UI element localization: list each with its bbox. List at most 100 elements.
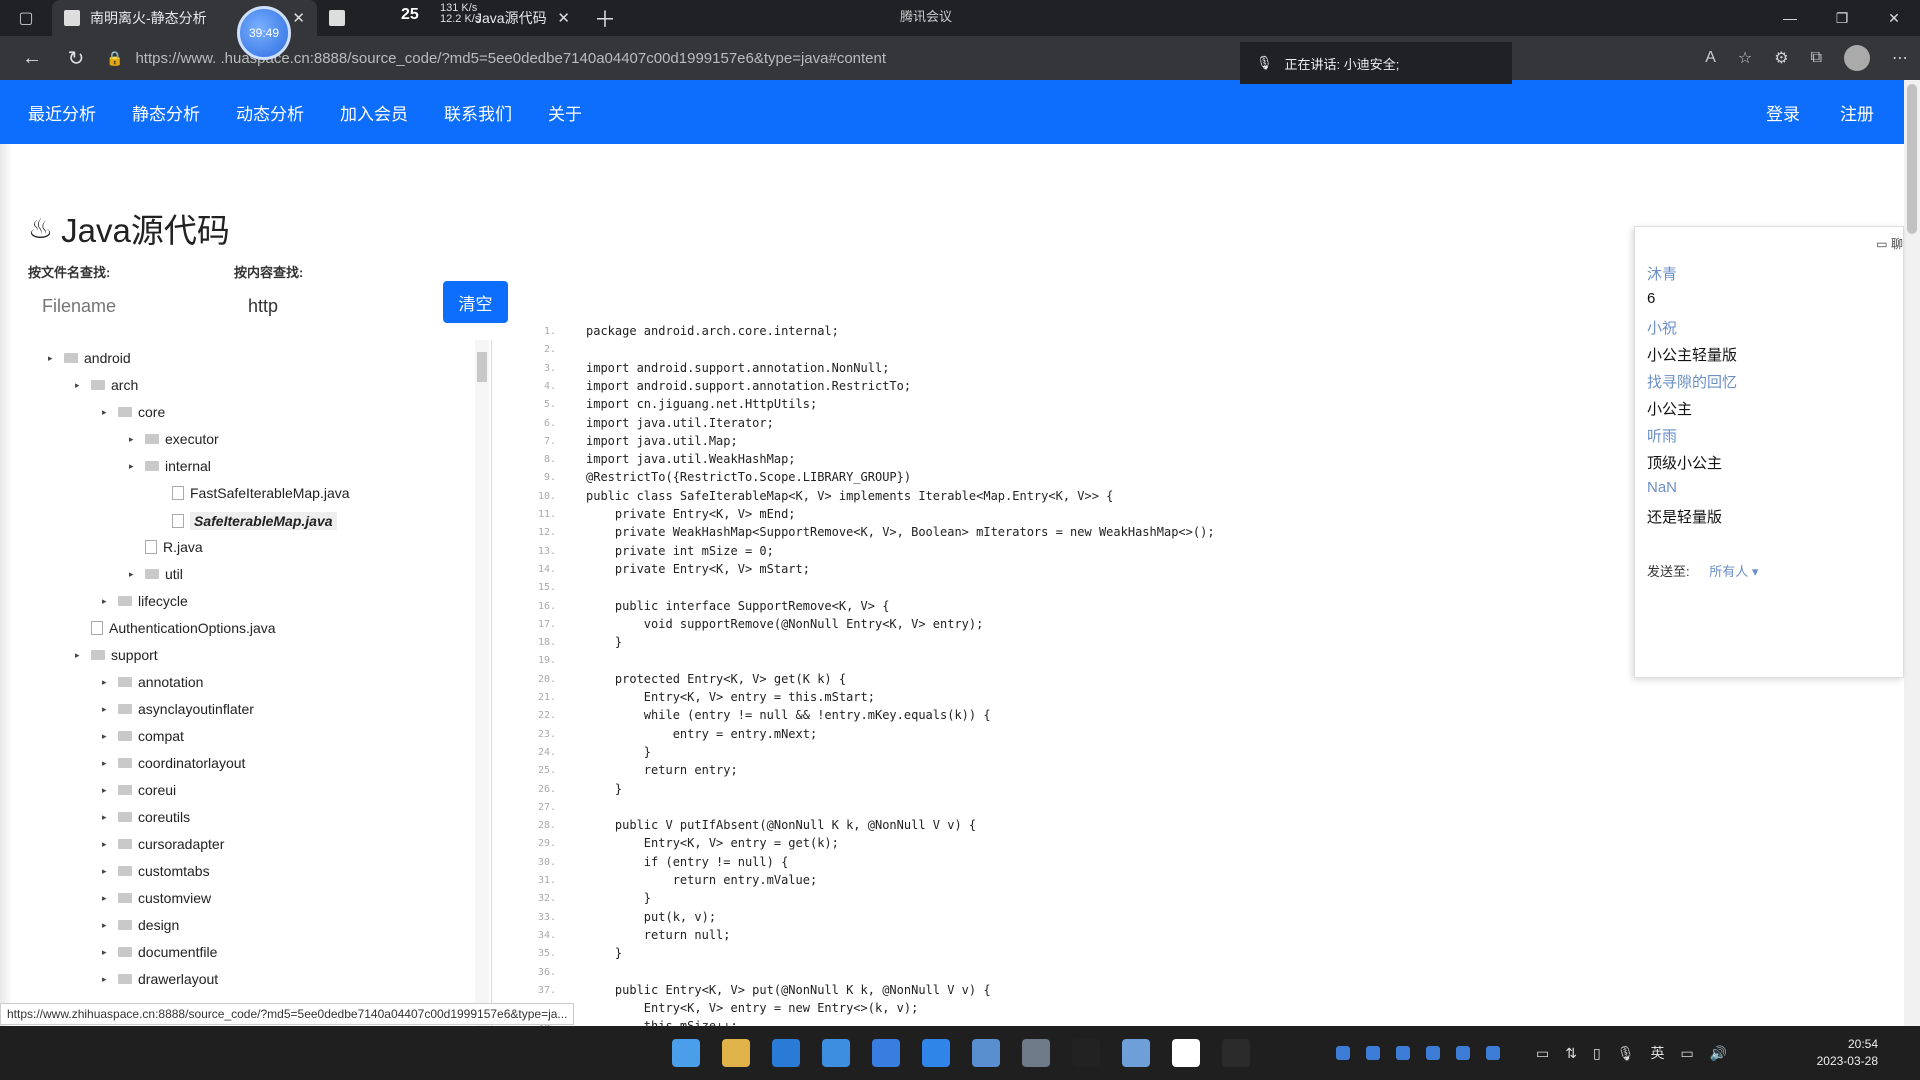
tree-folder[interactable]: ▸ util <box>129 566 183 582</box>
expand-toggle-icon[interactable]: ▸ <box>102 920 112 931</box>
nav-static-analysis[interactable]: 静态分析 <box>132 100 200 125</box>
expand-toggle-icon[interactable]: ▸ <box>102 758 112 769</box>
minimize-icon[interactable]: — <box>1764 0 1816 36</box>
expand-toggle-icon[interactable]: ▸ <box>75 380 85 391</box>
taskbar-app-icon[interactable] <box>1022 1039 1050 1067</box>
tree-folder[interactable]: ▸ coreutils <box>102 809 190 825</box>
tree-folder[interactable]: ▸ support <box>75 647 158 663</box>
content-search-input[interactable] <box>234 284 434 328</box>
nav-join-member[interactable]: 加入会员 <box>340 100 408 125</box>
tree-folder[interactable]: ▸ arch <box>75 377 138 393</box>
expand-toggle-icon[interactable]: ▸ <box>102 812 112 823</box>
expand-toggle-icon[interactable]: ▸ <box>102 596 112 607</box>
expand-toggle-icon[interactable]: ▸ <box>102 893 112 904</box>
send-to-dropdown[interactable]: 所有人 ▾ <box>1709 564 1758 579</box>
tray-app-icon[interactable] <box>1456 1046 1470 1060</box>
page-scrollbar-thumb[interactable] <box>1907 84 1917 234</box>
expand-toggle-icon[interactable]: ▸ <box>129 569 139 580</box>
display-icon[interactable]: ▭ <box>1680 1045 1693 1062</box>
tree-folder[interactable]: ▸ design <box>102 917 179 933</box>
tray-app-icon[interactable] <box>1426 1046 1440 1060</box>
tree-folder[interactable]: ▸ core <box>102 404 165 420</box>
tree-scrollbar[interactable] <box>475 340 489 1026</box>
favorite-icon[interactable]: ☆ <box>1738 48 1752 68</box>
tree-folder[interactable]: ▸ documentfile <box>102 944 217 960</box>
tray-app-icon[interactable] <box>1336 1046 1350 1060</box>
taskbar-app-icon[interactable] <box>672 1039 700 1067</box>
taskbar-app-icon[interactable] <box>1072 1039 1100 1067</box>
nav-about[interactable]: 关于 <box>548 100 582 125</box>
tree-folder[interactable]: ▸ executor <box>129 431 219 447</box>
nav-contact-us[interactable]: 联系我们 <box>444 100 512 125</box>
tree-folder[interactable]: ▸ annotation <box>102 674 203 690</box>
expand-toggle-icon[interactable]: ▸ <box>102 704 112 715</box>
expand-toggle-icon[interactable]: ▸ <box>102 785 112 796</box>
close-tab-icon[interactable]: ✕ <box>292 9 305 27</box>
expand-toggle-icon[interactable]: ▸ <box>129 461 139 472</box>
login-link[interactable]: 登录 <box>1766 100 1800 125</box>
taskbar-app-icon[interactable] <box>1222 1039 1250 1067</box>
tree-folder[interactable]: ▸ drawerlayout <box>102 971 218 987</box>
new-tab-button[interactable]: ＋ <box>582 2 628 34</box>
expand-toggle-icon[interactable]: ▸ <box>102 974 112 985</box>
tree-file[interactable]: R.java <box>129 539 203 555</box>
tree-file[interactable]: SafeIterableMap.java <box>156 512 337 530</box>
read-aloud-icon[interactable]: A <box>1705 49 1716 67</box>
ime-indicator[interactable]: 英 <box>1650 1043 1664 1063</box>
network-icon[interactable]: ⇅ <box>1565 1045 1577 1062</box>
recording-timer[interactable]: 39:49 <box>237 6 291 60</box>
expand-toggle-icon[interactable]: ▸ <box>129 434 139 445</box>
taskbar-app-icon[interactable] <box>872 1039 900 1067</box>
expand-toggle-icon[interactable]: ▸ <box>75 650 85 661</box>
nav-recent-analysis[interactable]: 最近分析 <box>28 100 96 125</box>
expand-toggle-icon[interactable]: ▸ <box>102 407 112 418</box>
expand-toggle-icon[interactable]: ▸ <box>102 839 112 850</box>
page-scrollbar[interactable] <box>1904 80 1920 1026</box>
mic-tray-icon[interactable]: 🎙 <box>1617 1045 1635 1062</box>
register-link[interactable]: 注册 <box>1840 100 1874 125</box>
tree-folder[interactable]: ▸ compat <box>102 728 184 744</box>
tree-folder[interactable]: ▸ coordinatorlayout <box>102 755 245 771</box>
reload-icon[interactable]: ↻ <box>54 36 98 80</box>
maximize-icon[interactable]: ❐ <box>1816 0 1868 36</box>
expand-toggle-icon[interactable]: ▸ <box>102 677 112 688</box>
nav-dynamic-analysis[interactable]: 动态分析 <box>236 100 304 125</box>
volume-icon[interactable]: 🔊 <box>1710 1045 1727 1062</box>
taskbar-app-icon[interactable] <box>722 1039 750 1067</box>
battery-icon[interactable]: ▯ <box>1593 1045 1601 1062</box>
taskbar-app-icon[interactable] <box>922 1039 950 1067</box>
tree-folder[interactable]: ▸ customview <box>102 890 211 906</box>
tree-folder[interactable]: ▸ customtabs <box>102 863 210 879</box>
extensions-icon[interactable]: ⚙ <box>1774 48 1788 68</box>
tree-folder[interactable]: ▸ cursoradapter <box>102 836 224 852</box>
close-tab-icon[interactable]: ✕ <box>557 9 570 27</box>
close-window-icon[interactable]: ✕ <box>1868 0 1920 36</box>
clear-button[interactable]: 清空 <box>443 281 508 323</box>
tree-scrollbar-thumb[interactable] <box>477 352 487 382</box>
tree-folder[interactable]: ▸ asynclayoutinflater <box>102 701 254 717</box>
taskbar-app-icon[interactable] <box>1122 1039 1150 1067</box>
taskbar-app-icon[interactable] <box>822 1039 850 1067</box>
taskbar-app-icon[interactable] <box>772 1039 800 1067</box>
more-menu-icon[interactable]: ⋯ <box>1892 48 1908 68</box>
tree-folder[interactable]: ▸ lifecycle <box>102 593 188 609</box>
tree-folder[interactable]: ▸ internal <box>129 458 211 474</box>
tab-actions-icon[interactable]: ▢ <box>0 0 52 36</box>
expand-toggle-icon[interactable]: ▸ <box>48 353 58 364</box>
lock-icon[interactable]: 🔒 <box>106 50 123 67</box>
tray-app-icon[interactable] <box>1486 1046 1500 1060</box>
back-icon[interactable]: ← <box>10 36 54 80</box>
tree-folder[interactable]: ▸ coreui <box>102 782 176 798</box>
tree-file[interactable]: AuthenticationOptions.java <box>75 620 276 636</box>
filename-search-input[interactable] <box>28 284 228 328</box>
tray-app-icon[interactable] <box>1366 1046 1380 1060</box>
notification-icon[interactable]: ▭ <box>1536 1045 1549 1062</box>
profile-avatar[interactable] <box>1844 45 1870 71</box>
expand-toggle-icon[interactable]: ▸ <box>102 731 112 742</box>
tray-app-icon[interactable] <box>1396 1046 1410 1060</box>
taskbar-clock[interactable]: 20:54 2023-03-28 <box>1817 1036 1878 1070</box>
tree-folder[interactable]: ▸ android <box>48 350 131 366</box>
tree-file[interactable]: FastSafeIterableMap.java <box>156 485 350 501</box>
taskbar-app-icon[interactable] <box>1172 1039 1200 1067</box>
expand-toggle-icon[interactable]: ▸ <box>102 947 112 958</box>
